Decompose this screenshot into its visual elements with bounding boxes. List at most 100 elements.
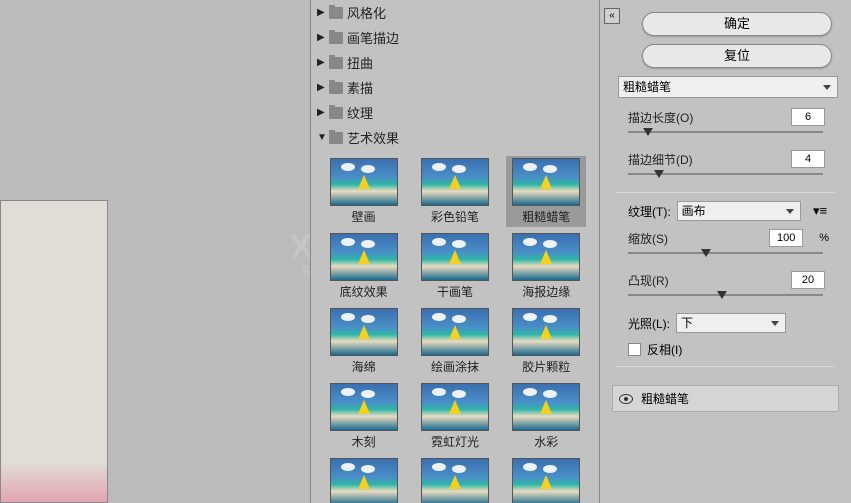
relief-slider[interactable]	[628, 291, 823, 305]
filter-thumb-11[interactable]: 水彩	[506, 381, 586, 452]
folder-icon	[329, 32, 343, 44]
collapse-button[interactable]: «	[604, 8, 620, 24]
folder-icon	[329, 7, 343, 19]
stroke-detail-label: 描边细节(D)	[628, 151, 693, 168]
disclosure-icon: ▼	[317, 132, 329, 143]
texture-select[interactable]: 画布	[677, 201, 801, 221]
ok-button[interactable]: 确定	[642, 12, 832, 36]
thumb-image	[512, 383, 580, 431]
category-0[interactable]: ▶ 风格化	[311, 0, 599, 25]
folder-icon	[329, 82, 343, 94]
scale-input[interactable]	[769, 229, 803, 247]
thumb-image	[330, 158, 398, 206]
folder-icon	[329, 132, 343, 144]
filter-thumb-6[interactable]: 海绵	[324, 306, 404, 377]
thumb-label: 海绵	[326, 358, 402, 375]
filter-thumb-1[interactable]: 彩色铅笔	[415, 156, 495, 227]
filter-thumb-0[interactable]: 壁画	[324, 156, 404, 227]
eye-icon[interactable]	[619, 394, 633, 404]
filter-thumb-2[interactable]: 粗糙蜡笔	[506, 156, 586, 227]
filter-thumb-7[interactable]: 绘画涂抹	[415, 306, 495, 377]
stroke-length-slider[interactable]	[628, 128, 823, 142]
stroke-length-label: 描边长度(O)	[628, 109, 693, 126]
thumb-label: 壁画	[326, 208, 402, 225]
preview-gradient	[1, 462, 107, 502]
scale-slider[interactable]	[628, 249, 823, 263]
invert-label: 反相(I)	[647, 341, 682, 358]
relief-row: 凸现(R)	[628, 271, 839, 289]
category-1[interactable]: ▶ 画笔描边	[311, 25, 599, 50]
thumb-image	[330, 383, 398, 431]
texture-label: 纹理(T):	[628, 203, 671, 220]
invert-checkbox[interactable]	[628, 343, 641, 356]
thumb-image	[330, 233, 398, 281]
effect-layer-row[interactable]: 粗糙蜡笔	[612, 385, 839, 412]
filter-thumb-13[interactable]: 调色刀	[415, 456, 495, 503]
stroke-length-input[interactable]	[791, 108, 825, 126]
thumb-image	[512, 458, 580, 503]
thumb-label: 水彩	[508, 433, 584, 450]
category-3[interactable]: ▶素描	[311, 75, 599, 100]
light-select[interactable]: 下	[676, 313, 786, 333]
light-label: 光照(L):	[628, 315, 670, 332]
divider-2	[616, 366, 835, 367]
thumb-image	[421, 383, 489, 431]
stroke-detail-row: 描边细节(D)	[628, 150, 839, 168]
thumb-image	[421, 233, 489, 281]
reset-button[interactable]: 复位	[642, 44, 832, 68]
effect-layer-label: 粗糙蜡笔	[641, 390, 689, 407]
category-label: 画笔描边	[347, 28, 399, 47]
light-row: 光照(L): 下	[628, 313, 839, 333]
thumb-label: 海报边缘	[508, 283, 584, 300]
divider	[616, 192, 835, 193]
category-5[interactable]: ▼ 艺术效果	[311, 125, 599, 150]
filter-select[interactable]: 粗糙蜡笔	[618, 76, 838, 98]
thumb-image	[421, 158, 489, 206]
disclosure-icon: ▶	[317, 32, 329, 43]
scale-row: 缩放(S) %	[628, 229, 839, 247]
invert-row: 反相(I)	[628, 341, 839, 358]
settings-panel: « 确定 复位 粗糙蜡笔 描边长度(O) 描边细节(D) 纹理(T): 画布 ▾…	[600, 0, 851, 503]
thumb-label: 底纹效果	[326, 283, 402, 300]
thumb-image	[512, 158, 580, 206]
category-label: 素描	[347, 78, 373, 97]
texture-row: 纹理(T): 画布 ▾≡	[628, 201, 839, 221]
category-4[interactable]: ▶纹理	[311, 100, 599, 125]
filter-thumb-3[interactable]: 底纹效果	[324, 231, 404, 302]
filter-thumb-8[interactable]: 胶片颗粒	[506, 306, 586, 377]
thumb-label: 彩色铅笔	[417, 208, 493, 225]
thumb-image	[421, 458, 489, 503]
scale-unit: %	[819, 232, 829, 244]
disclosure-icon: ▶	[317, 7, 329, 18]
thumb-label: 木刻	[326, 433, 402, 450]
stroke-detail-slider[interactable]	[628, 170, 823, 184]
filter-thumb-10[interactable]: 霓虹灯光	[415, 381, 495, 452]
category-2[interactable]: ▶ 扭曲	[311, 50, 599, 75]
stroke-detail-input[interactable]	[791, 150, 825, 168]
filter-thumb-4[interactable]: 干画笔	[415, 231, 495, 302]
filter-gallery-panel: ▶ 风格化 ▶ 画笔描边 ▶ 扭曲 ▶素描▶纹理 ▼ 艺术效果 壁画彩色铅笔粗糙蜡笔底纹效果干画…	[310, 0, 600, 503]
thumb-label: 粗糙蜡笔	[508, 208, 584, 225]
filter-thumb-14[interactable]: 涂抹棒	[506, 456, 586, 503]
stroke-length-row: 描边长度(O)	[628, 108, 839, 126]
disclosure-icon: ▶	[317, 57, 329, 68]
category-label: 风格化	[347, 3, 386, 22]
filter-thumb-5[interactable]: 海报边缘	[506, 231, 586, 302]
category-label: 扭曲	[347, 53, 373, 72]
texture-menu-icon[interactable]: ▾≡	[813, 203, 829, 219]
thumb-label: 霓虹灯光	[417, 433, 493, 450]
preview-canvas	[0, 200, 108, 503]
scale-label: 缩放(S)	[628, 230, 668, 247]
thumb-image	[330, 458, 398, 503]
thumb-image	[421, 308, 489, 356]
thumb-label: 绘画涂抹	[417, 358, 493, 375]
relief-label: 凸现(R)	[628, 272, 669, 289]
category-label: 艺术效果	[347, 128, 399, 147]
thumb-label: 干画笔	[417, 283, 493, 300]
filter-thumb-12[interactable]: 塑料包装	[324, 456, 404, 503]
filter-thumb-9[interactable]: 木刻	[324, 381, 404, 452]
folder-icon	[329, 107, 343, 119]
thumb-label: 胶片颗粒	[508, 358, 584, 375]
category-label: 纹理	[347, 103, 373, 122]
relief-input[interactable]	[791, 271, 825, 289]
